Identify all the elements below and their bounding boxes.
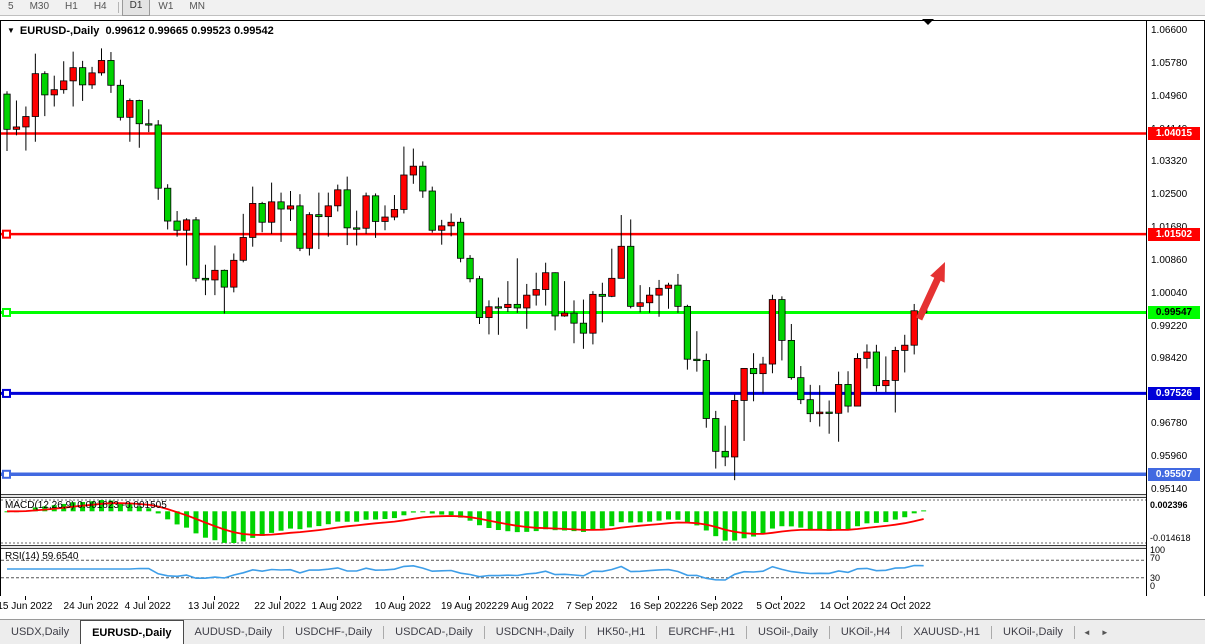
date-tick [469, 596, 470, 600]
chart-title: ▼ EURUSD-,Daily 0.99612 0.99665 0.99523 0… [7, 25, 274, 37]
date-label: 26 Sep 2022 [680, 601, 750, 612]
line-handle[interactable] [3, 390, 10, 397]
date-axis[interactable]: 15 Jun 202224 Jun 20224 Jul 202213 Jul 2… [0, 596, 1205, 620]
price-tick-label: 0.95960 [1151, 451, 1187, 462]
date-tick [526, 596, 527, 600]
timeframe-button-5[interactable]: 5 [0, 0, 22, 15]
price-tick-label: 1.00040 [1151, 288, 1187, 299]
tab-eurchf-h1[interactable]: EURCHF-,H1 [657, 620, 746, 644]
tab-xauusd-h1[interactable]: XAUUSD-,H1 [902, 620, 991, 644]
price-line-label[interactable]: 0.97526 [1148, 387, 1200, 400]
tab-usdchf-daily[interactable]: USDCHF-,Daily [284, 620, 383, 644]
timeframe-button-m30[interactable]: M30 [22, 0, 57, 15]
trading-platform-window: 5M30H1H4 D1W1MN ▼ EURUSD-,Daily 0.99612 0.… [0, 0, 1205, 644]
price-line-label[interactable]: 0.95507 [1148, 468, 1200, 481]
price-line-label[interactable]: 1.04015 [1148, 127, 1200, 140]
date-label: 13 Jul 2022 [179, 601, 249, 612]
date-tick [280, 596, 281, 600]
date-tick [658, 596, 659, 600]
timeframe-button-d1[interactable]: D1 [122, 0, 151, 16]
tab-usdx-daily[interactable]: USDX,Daily [0, 620, 80, 644]
indicator-scale-label: 70 [1150, 553, 1160, 563]
date-tick [337, 596, 338, 600]
price-tick-label: 0.98420 [1151, 353, 1187, 364]
timeframe-button-w1[interactable]: W1 [150, 0, 181, 15]
date-tick [847, 596, 848, 600]
tab-usdcnh-daily[interactable]: USDCNH-,Daily [485, 620, 585, 644]
date-tick [592, 596, 593, 600]
tab-ukoil-daily[interactable]: UKOil-,Daily [992, 620, 1074, 644]
date-label: 15 Jun 2022 [0, 601, 60, 612]
tab-eurusd-daily[interactable]: EURUSD-,Daily [80, 620, 183, 644]
date-tick [214, 596, 215, 600]
tab-usoil-daily[interactable]: USOil-,Daily [747, 620, 829, 644]
macd-canvas [1, 498, 1146, 545]
rsi-value: 59.6540 [42, 551, 78, 562]
tab-scroll-right-icon[interactable]: ► [1101, 628, 1109, 637]
chart-dropdown-icon[interactable]: ▼ [7, 26, 15, 35]
line-handle[interactable] [3, 309, 10, 316]
line-handle[interactable] [3, 471, 10, 478]
price-chart-pane[interactable]: ▼ EURUSD-,Daily 0.99612 0.99665 0.99523 0… [1, 21, 1146, 494]
date-label: 29 Aug 2022 [491, 601, 561, 612]
candles-layer [4, 48, 927, 480]
date-tick [904, 596, 905, 600]
macd-values: 0.001623 -0.001505 [77, 500, 167, 511]
price-chart-canvas[interactable] [1, 21, 1146, 494]
date-tick [403, 596, 404, 600]
timeframe-button-mn[interactable]: MN [181, 0, 213, 15]
price-line-label[interactable]: 1.01502 [1148, 228, 1200, 241]
date-label: 1 Aug 2022 [302, 601, 372, 612]
timeframe-button-h1[interactable]: H1 [57, 0, 86, 15]
chart-tab-bar: USDX,DailyEURUSD-,DailyAUDUSD-,DailyUSDC… [0, 620, 1205, 644]
price-axis[interactable]: 1.066001.057801.049601.041401.033201.025… [1146, 21, 1204, 596]
date-tick [91, 596, 92, 600]
price-tick-label: 1.00860 [1151, 255, 1187, 266]
price-tick-label: 1.03320 [1151, 156, 1187, 167]
timeframe-toolbar: 5M30H1H4 D1W1MN [0, 0, 1205, 16]
macd-label: MACD(12,26,9) 0.001623 -0.001505 [5, 500, 167, 511]
tab-hk50-h1[interactable]: HK50-,H1 [586, 620, 656, 644]
chart-symbol-label: EURUSD-,Daily [20, 25, 99, 37]
rsi-label: RSI(14) 59.6540 [5, 551, 78, 562]
rsi-pane[interactable]: RSI(14) 59.6540 [1, 549, 1146, 596]
date-label: 5 Oct 2022 [746, 601, 816, 612]
price-tick-label: 0.99220 [1151, 321, 1187, 332]
timeframe-button-h4[interactable]: H4 [86, 0, 115, 15]
indicator-scale-label: -0.014618 [1150, 533, 1191, 543]
date-label: 24 Oct 2022 [869, 601, 939, 612]
date-label: 4 Jul 2022 [113, 601, 183, 612]
price-tick-label: 1.06600 [1151, 25, 1187, 36]
price-line-label[interactable]: 0.99547 [1148, 306, 1200, 319]
macd-pane[interactable]: MACD(12,26,9) 0.001623 -0.001505 [1, 498, 1146, 545]
date-tick [148, 596, 149, 600]
price-tick-label: 0.95140 [1151, 484, 1187, 495]
price-tick-label: 1.04960 [1151, 91, 1187, 102]
indicator-scale-label: 0.002396 [1150, 500, 1188, 510]
toolbar-separator [118, 2, 119, 13]
date-label: 7 Sep 2022 [557, 601, 627, 612]
tab-audusd-daily[interactable]: AUDUSD-,Daily [184, 620, 284, 644]
price-tick-label: 1.05780 [1151, 58, 1187, 69]
tab-scroll-left-icon[interactable]: ◄ [1083, 628, 1091, 637]
rsi-canvas [1, 549, 1146, 596]
indicator-scale-label: 0 [1150, 581, 1155, 591]
chart-ohlc-values: 0.99612 0.99665 0.99523 0.99542 [106, 25, 274, 37]
line-handle[interactable] [3, 231, 10, 238]
date-label: 10 Aug 2022 [368, 601, 438, 612]
tab-ukoil-h4[interactable]: UKOil-,H4 [830, 620, 902, 644]
price-tick-label: 0.96780 [1151, 418, 1187, 429]
date-tick [25, 596, 26, 600]
price-tick-label: 1.02500 [1151, 189, 1187, 200]
chart-shift-marker-icon[interactable] [922, 19, 934, 25]
date-tick [781, 596, 782, 600]
chart-window: ▼ EURUSD-,Daily 0.99612 0.99665 0.99523 0… [0, 20, 1205, 597]
tab-usdcad-daily[interactable]: USDCAD-,Daily [384, 620, 484, 644]
date-tick [715, 596, 716, 600]
